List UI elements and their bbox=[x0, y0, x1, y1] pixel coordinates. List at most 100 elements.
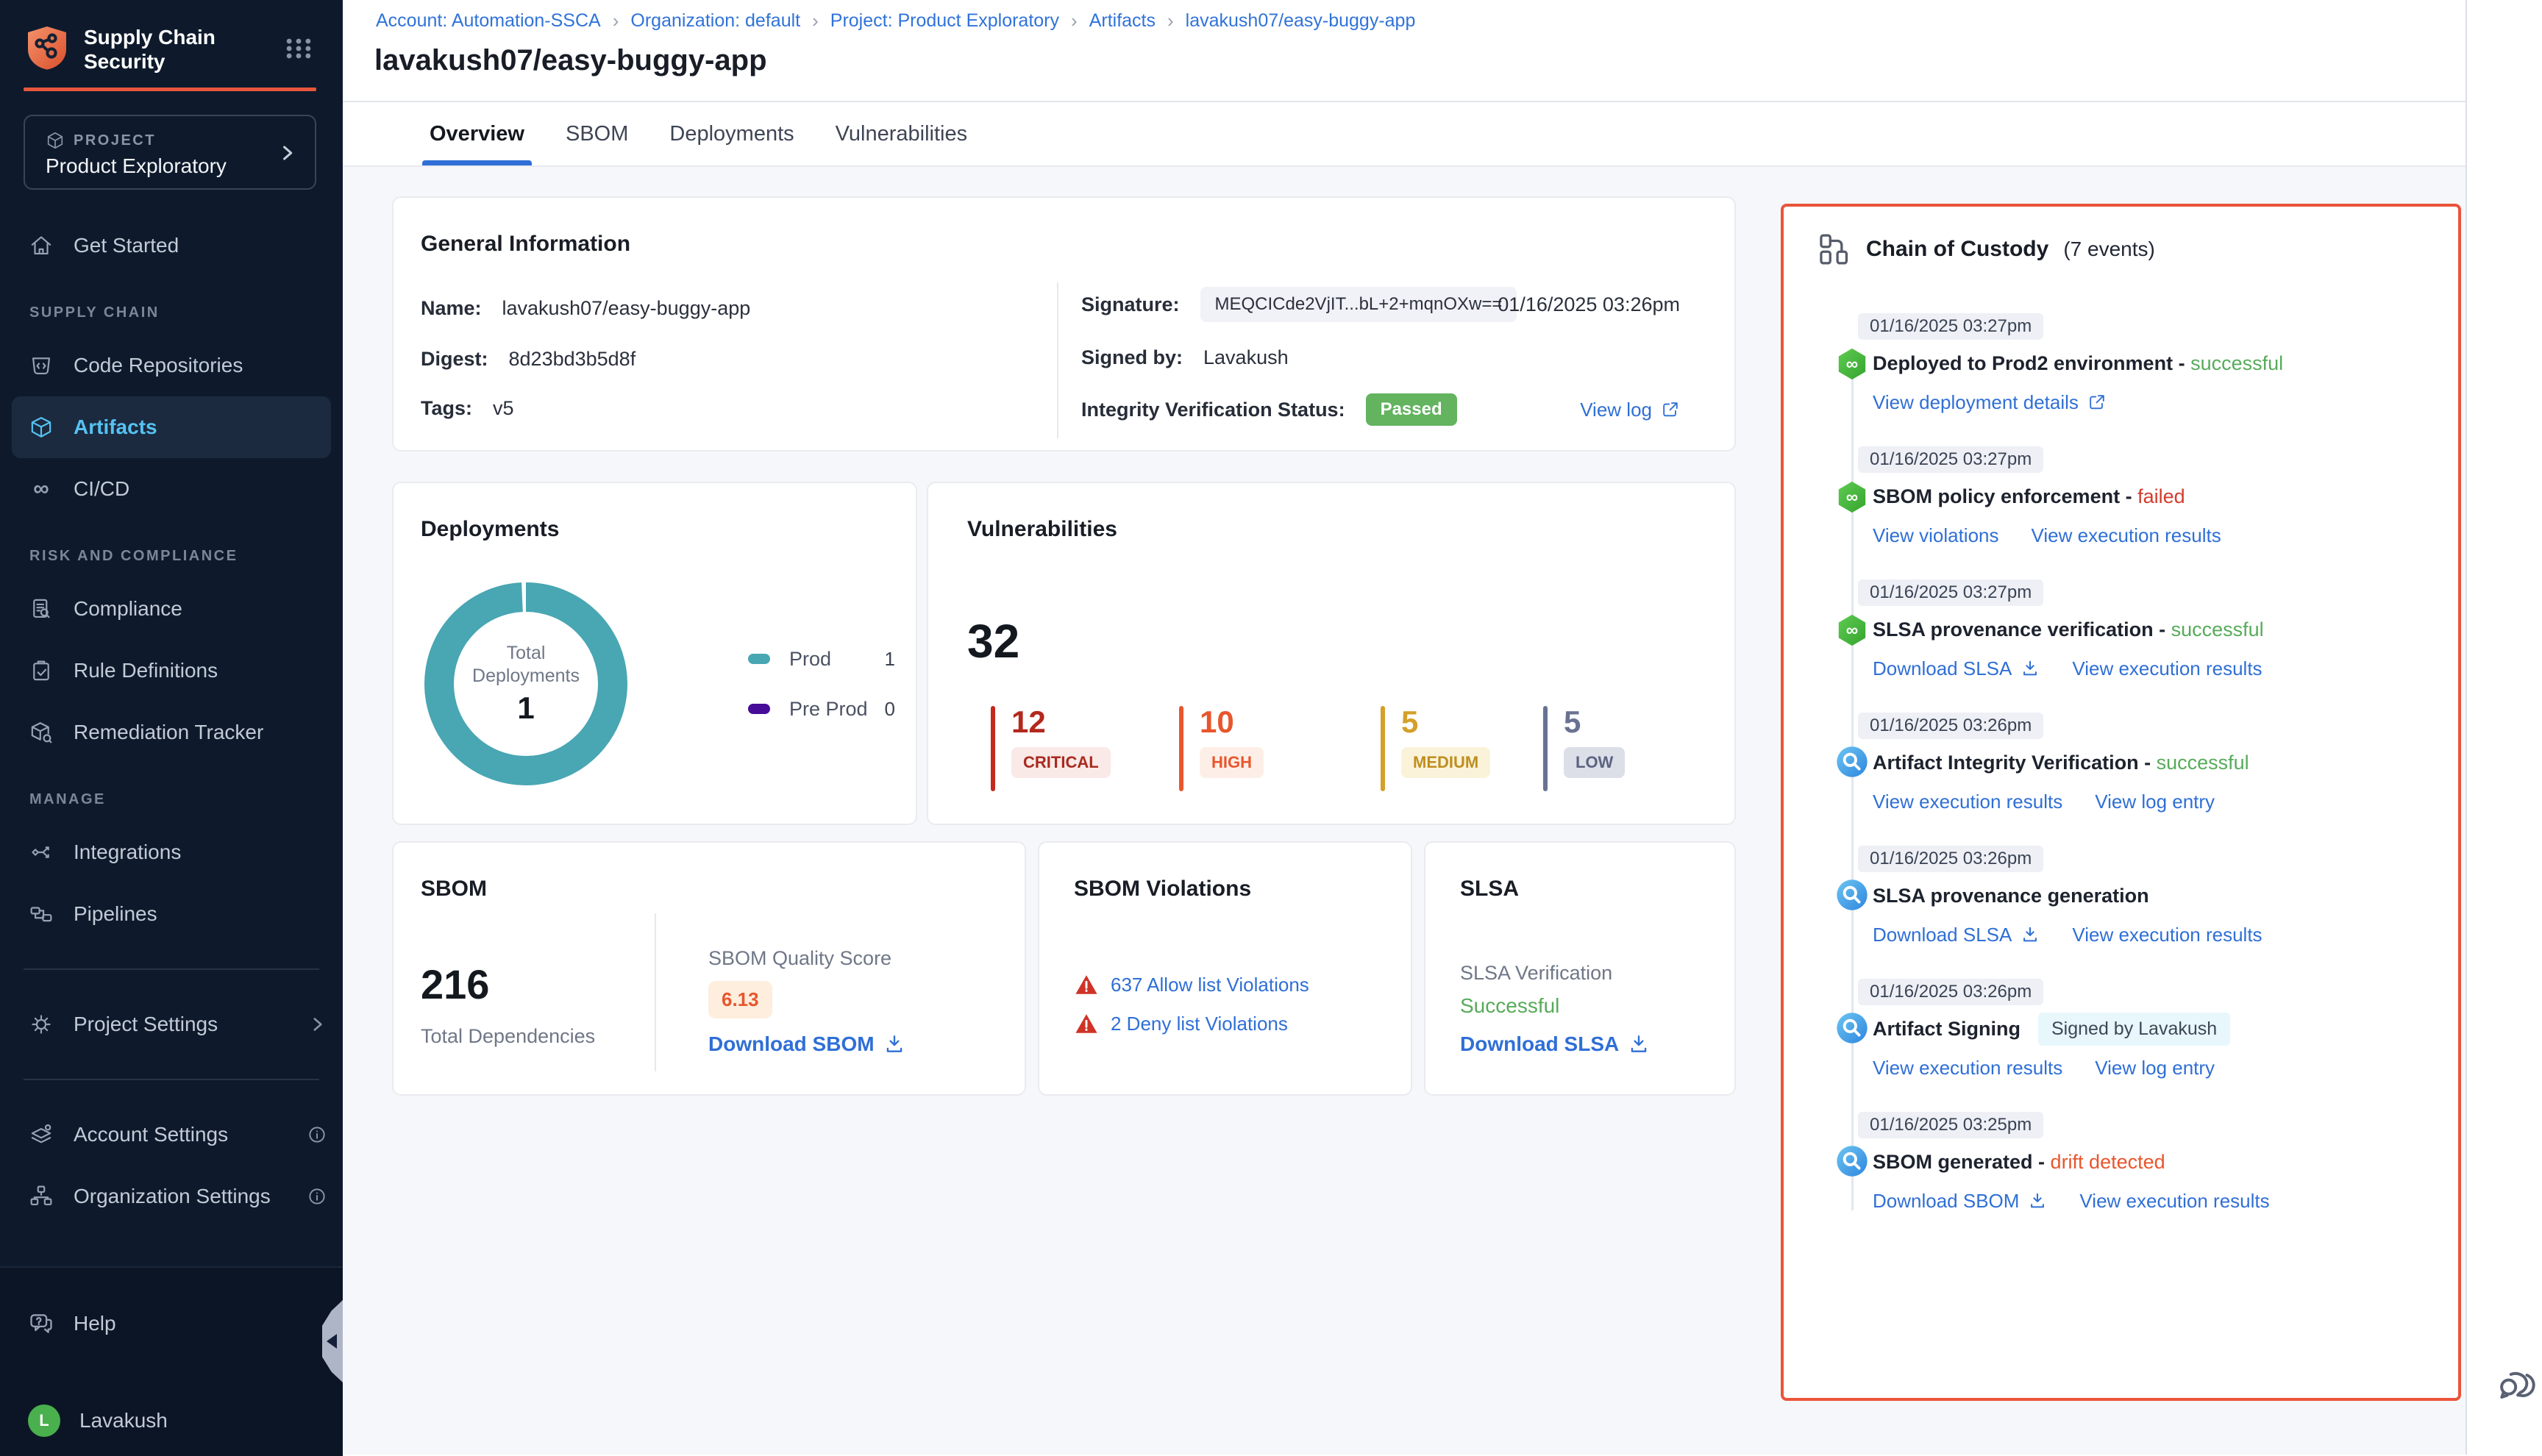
view-log-link[interactable]: View log bbox=[1580, 399, 1680, 421]
sidebar-item-get-started[interactable]: Get Started bbox=[0, 215, 343, 276]
sidebar-item-compliance[interactable]: Compliance bbox=[0, 578, 343, 640]
sidebar-item-artifacts[interactable]: Artifacts bbox=[12, 396, 331, 458]
sbom-total-dependencies-label: Total Dependencies bbox=[421, 1025, 595, 1048]
deny-list-violations-link[interactable]: 2 Deny list Violations bbox=[1111, 1013, 1288, 1035]
clipboard-check-icon bbox=[28, 657, 54, 684]
breadcrumb-project[interactable]: Project: Product Exploratory bbox=[830, 10, 1059, 32]
tags-value: v5 bbox=[493, 397, 514, 420]
panel-event-count: (7 events) bbox=[2063, 238, 2155, 261]
sidebar-item-cicd[interactable]: ∞ CI/CD bbox=[0, 458, 343, 520]
sidebar-item-label: Pipelines bbox=[74, 902, 157, 926]
download-sbom-link[interactable]: Download SBOM bbox=[1873, 1190, 2047, 1213]
app-switcher-grid-icon[interactable] bbox=[284, 34, 313, 63]
tab-overview[interactable]: Overview bbox=[427, 102, 527, 165]
view-deployment-details-link[interactable]: View deployment details bbox=[1873, 391, 2107, 414]
download-slsa-link[interactable]: Download SLSA bbox=[1460, 1032, 1650, 1056]
breadcrumb-account[interactable]: Account: Automation-SSCA bbox=[376, 10, 601, 32]
sidebar-item-label: Account Settings bbox=[74, 1123, 228, 1146]
sidebar-item-project-settings[interactable]: Project Settings bbox=[0, 993, 343, 1055]
breadcrumb-organization[interactable]: Organization: default bbox=[630, 10, 800, 32]
sidebar-item-label: Integrations bbox=[74, 841, 181, 864]
infinity-icon: ∞ bbox=[28, 476, 54, 502]
view-log-entry-link[interactable]: View log entry bbox=[2095, 1057, 2215, 1079]
svg-text:∞: ∞ bbox=[1846, 621, 1858, 640]
event-title: Artifact Signing Signed by Lavakush bbox=[1873, 1013, 2458, 1045]
sidebar: Supply Chain Security PROJECT Product bbox=[0, 0, 343, 1455]
view-execution-results-link[interactable]: View execution results bbox=[2072, 657, 2262, 680]
sidebar-item-organization-settings[interactable]: Organization Settings bbox=[0, 1166, 343, 1227]
view-execution-results-link[interactable]: View execution results bbox=[2079, 1190, 2269, 1213]
severity-count: 5 bbox=[1401, 706, 1418, 738]
download-slsa-link[interactable]: Download SLSA bbox=[1873, 657, 2040, 680]
allow-list-violations-link[interactable]: 637 Allow list Violations bbox=[1111, 974, 1309, 996]
sidebar-item-integrations[interactable]: Integrations bbox=[0, 821, 343, 883]
user-menu[interactable]: L Lavakush bbox=[28, 1405, 168, 1437]
info-circle-icon[interactable] bbox=[306, 1185, 328, 1207]
scan-circle-icon bbox=[1835, 745, 1869, 782]
tab-vulnerabilities[interactable]: Vulnerabilities bbox=[833, 102, 970, 165]
tab-bar: Overview SBOM Deployments Vulnerabilitie… bbox=[343, 102, 2542, 167]
help-button[interactable]: Help bbox=[28, 1310, 116, 1337]
severity-bar bbox=[1179, 706, 1183, 791]
severity-bar bbox=[991, 706, 995, 791]
help-chat-icon bbox=[28, 1310, 54, 1337]
sidebar-item-rule-definitions[interactable]: Rule Definitions bbox=[0, 640, 343, 702]
info-circle-icon[interactable] bbox=[306, 1124, 328, 1146]
event-timestamp: 01/16/2025 03:26pm bbox=[1858, 713, 2043, 739]
breadcrumb-artifact-name[interactable]: lavakush07/easy-buggy-app bbox=[1186, 10, 1416, 32]
severity-bar bbox=[1381, 706, 1385, 791]
severity-high: 10 HIGH bbox=[1179, 706, 1264, 791]
scan-circle-icon bbox=[1835, 878, 1869, 915]
project-selector[interactable]: PROJECT Product Exploratory bbox=[24, 115, 316, 190]
signed-by-badge: Signed by Lavakush bbox=[2038, 1013, 2230, 1046]
breadcrumb: Account: Automation-SSCA › Organization:… bbox=[376, 10, 1415, 32]
user-avatar: L bbox=[28, 1405, 60, 1437]
sidebar-item-account-settings[interactable]: Account Settings bbox=[0, 1104, 343, 1166]
legend-label: Pre Prod bbox=[789, 698, 868, 721]
severity-medium: 5 MEDIUM bbox=[1381, 706, 1490, 791]
view-execution-results-link[interactable]: View execution results bbox=[2032, 524, 2221, 547]
svg-text:∞: ∞ bbox=[1846, 488, 1858, 507]
panel-title: Chain of Custody bbox=[1866, 237, 2048, 262]
severity-label: MEDIUM bbox=[1401, 747, 1490, 778]
event-title: SBOM generated - drift detected bbox=[1873, 1146, 2458, 1178]
card-title: SLSA bbox=[1460, 877, 1519, 902]
download-icon bbox=[2021, 659, 2040, 678]
custody-event: 01/16/2025 03:25pm SBOM generated - drif… bbox=[1784, 1112, 2458, 1215]
name-label: Name: bbox=[421, 297, 482, 320]
support-chat-icon[interactable] bbox=[2495, 1362, 2538, 1405]
signature-timestamp: 01/16/2025 03:26pm bbox=[1498, 293, 1680, 316]
view-execution-results-link[interactable]: View execution results bbox=[1873, 1057, 2062, 1079]
overview-content: General Information Name: lavakush07/eas… bbox=[343, 167, 2542, 1455]
sidebar-item-code-repositories[interactable]: Code Repositories bbox=[0, 335, 343, 396]
download-sbom-link[interactable]: Download SBOM bbox=[708, 1032, 905, 1056]
external-link-icon bbox=[2087, 393, 2107, 412]
card-title: Deployments bbox=[421, 517, 559, 542]
view-violations-link[interactable]: View violations bbox=[1873, 524, 1999, 547]
view-execution-results-link[interactable]: View execution results bbox=[1873, 791, 2062, 813]
pipeline-hexagon-icon: ∞ bbox=[1835, 346, 1869, 382]
sidebar-item-remediation-tracker[interactable]: Remediation Tracker bbox=[0, 702, 343, 763]
legend-value: 1 bbox=[885, 648, 895, 671]
view-log-entry-link[interactable]: View log entry bbox=[2095, 791, 2215, 813]
view-execution-results-link[interactable]: View execution results bbox=[2072, 924, 2262, 946]
sidebar-item-label: Rule Definitions bbox=[74, 659, 218, 682]
sidebar-header: Supply Chain Security bbox=[0, 0, 343, 96]
tab-sbom[interactable]: SBOM bbox=[563, 102, 631, 165]
deployments-donut-chart: Total Deployments 1 bbox=[423, 581, 629, 787]
legend-value: 0 bbox=[885, 698, 895, 721]
sidebar-divider bbox=[24, 1079, 319, 1080]
gear-icon bbox=[28, 1011, 54, 1038]
chevron-right-icon bbox=[306, 1013, 328, 1035]
sidebar-item-label: Artifacts bbox=[74, 415, 157, 439]
page-header: Account: Automation-SSCA › Organization:… bbox=[343, 0, 2542, 102]
breadcrumb-separator: › bbox=[1167, 10, 1174, 32]
tab-deployments[interactable]: Deployments bbox=[666, 102, 797, 165]
download-slsa-link[interactable]: Download SLSA bbox=[1873, 924, 2040, 946]
donut-center-label: Total Deployments bbox=[463, 642, 588, 688]
severity-count: 10 bbox=[1200, 706, 1234, 738]
severity-low: 5 LOW bbox=[1543, 706, 1625, 791]
breadcrumb-artifacts[interactable]: Artifacts bbox=[1089, 10, 1156, 32]
severity-critical: 12 CRITICAL bbox=[991, 706, 1111, 791]
sidebar-item-pipelines[interactable]: Pipelines bbox=[0, 883, 343, 945]
